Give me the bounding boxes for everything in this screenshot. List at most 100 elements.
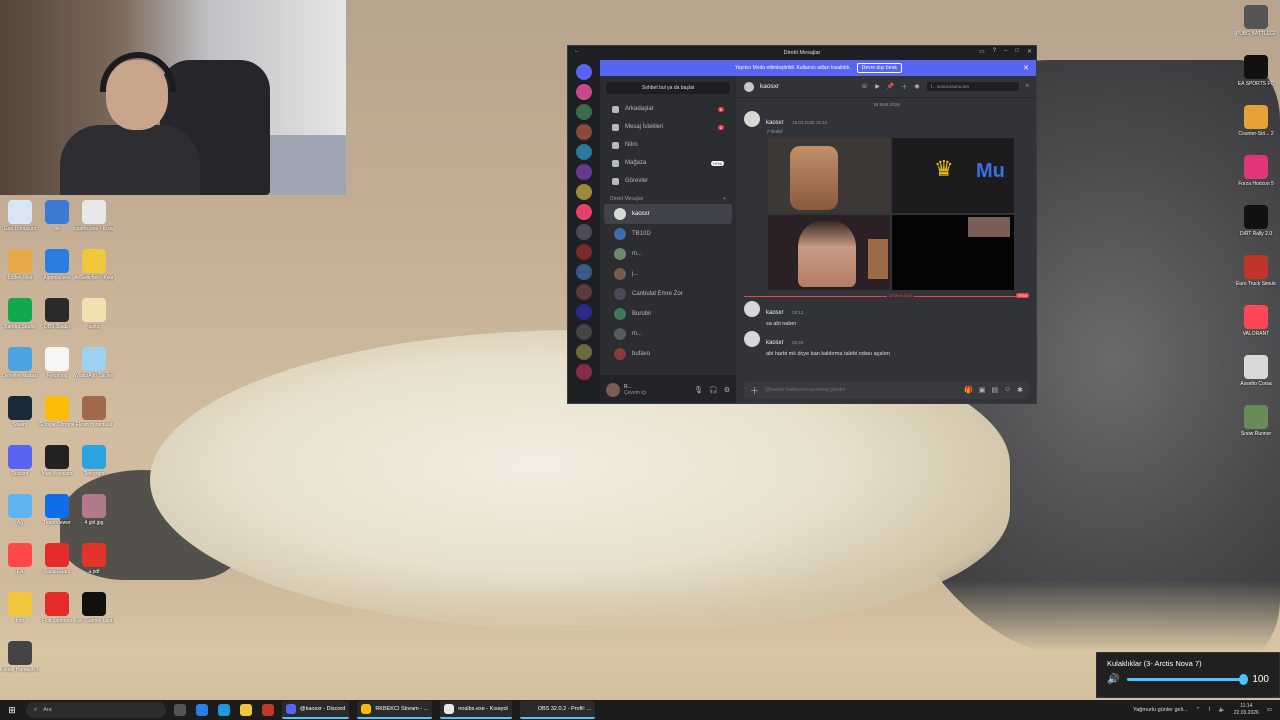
speaker-icon[interactable]: 🔈 [1219, 707, 1226, 713]
desktop-icon[interactable]: TeamViewer [37, 494, 77, 526]
taskbar-app[interactable]: OBS 32.0.2 - Profil: ... [519, 701, 596, 719]
pin-icon[interactable]: 📌 [887, 83, 894, 90]
server-icon[interactable] [576, 144, 592, 160]
message-avatar[interactable] [744, 111, 760, 127]
file-explorer-icon[interactable] [240, 704, 252, 716]
back-arrow-icon[interactable]: ← [574, 48, 580, 54]
maximize-button[interactable]: □ [1015, 48, 1019, 55]
desktop-icon[interactable]: Flott Jammen [37, 592, 77, 624]
user-panel[interactable]: R... Çevrim içi 🎙 🎧 ⚙ [600, 375, 736, 403]
desktop-icon[interactable]: Denetim Masası [0, 347, 40, 379]
desktop-icon[interactable]: Snow Runner [1236, 405, 1276, 437]
desktop-icon[interactable]: VALORANT [1236, 305, 1276, 337]
media-image[interactable] [892, 215, 1014, 290]
dm-item[interactable]: m... [604, 324, 732, 344]
desktop-icon[interactable]: EA [0, 543, 40, 575]
server-icon[interactable] [576, 264, 592, 280]
nav-item[interactable]: Mağaza YENİ [606, 154, 730, 172]
server-icon[interactable] [576, 324, 592, 340]
dm-item[interactable]: m... [604, 244, 732, 264]
desktop-icon[interactable]: PUBG BATTLEGR... [1236, 5, 1276, 37]
taskbar-search[interactable]: ⌕ Ara [26, 702, 166, 718]
emoji-icon[interactable]: ☺ [1004, 386, 1011, 394]
server-icon[interactable] [576, 244, 592, 260]
taskbar-app[interactable]: noalbs.exe - Kısayol [440, 701, 512, 719]
close-button[interactable]: ✕ [1027, 48, 1032, 55]
volume-slider-knob[interactable] [1239, 674, 1249, 685]
media-image[interactable] [768, 215, 890, 290]
media-image[interactable]: ♛ Mu [892, 138, 1014, 213]
server-icon[interactable] [576, 84, 592, 100]
desktop-icon[interactable]: Telegram [74, 445, 114, 477]
server-icon[interactable] [576, 284, 592, 300]
message-composer[interactable]: ＋ @kaosxr kullanıcısına mesaj gönder 🎁 ▣… [744, 381, 1029, 399]
message-author[interactable]: kaosxr [766, 340, 784, 346]
start-button[interactable]: ⊞ [0, 705, 24, 716]
voice-call-icon[interactable]: ☏ [861, 83, 869, 90]
desktop-icon[interactable]: Lütfen Mini [0, 249, 40, 281]
notification-icon[interactable]: ▭ [1267, 707, 1272, 713]
desktop-icon[interactable]: Bambu Studio [0, 298, 40, 330]
desktop-icon[interactable]: Forza Horizon 5 [1236, 155, 1276, 187]
desktop-icon[interactable]: Discord [0, 445, 40, 477]
nav-item[interactable]: Mesaj İstekleri 3 [606, 118, 730, 136]
chat-search-input[interactable]: f... sunucusunu ara [926, 82, 1019, 91]
desktop-icon[interactable]: Fotoshop [37, 347, 77, 379]
chat-user-name[interactable]: kaosxr [760, 83, 779, 90]
dm-search-button[interactable]: Sohbet bul ya da başlat [606, 82, 730, 94]
dm-item[interactable]: TB10D [604, 224, 732, 244]
message-author[interactable]: kaosxr [766, 120, 784, 126]
server-icon[interactable] [576, 344, 592, 360]
desktop-icon[interactable]: Epic Games Launcher [74, 592, 114, 624]
profile-icon[interactable]: ◉ [914, 83, 919, 90]
desktop-icon[interactable]: RadioGuard [37, 543, 77, 575]
task-view-icon[interactable] [174, 704, 186, 716]
home-icon[interactable] [576, 64, 592, 80]
server-icon[interactable] [576, 164, 592, 180]
taskbar-app[interactable]: RKBEKCI Stream - ... [357, 701, 433, 719]
server-icon[interactable] [576, 104, 592, 120]
microphone-icon[interactable]: 🎙 [694, 386, 703, 394]
composer-placeholder[interactable]: @kaosxr kullanıcısına mesaj gönder [765, 387, 846, 393]
add-dm-icon[interactable]: + [723, 196, 726, 202]
desktop-icon[interactable]: Iriun Webcam [37, 445, 77, 477]
desktop-icon[interactable]: Geri Dönüşüm [0, 200, 40, 232]
desktop-icon[interactable]: AltSwitcher - Kısayol [74, 249, 114, 281]
headphones-icon[interactable]: 🎧 [709, 386, 718, 394]
server-icon[interactable] [576, 304, 592, 320]
desktop-icon[interactable]: Kreatif Hareketli N... [0, 641, 40, 673]
desktop-icon[interactable]: Ağ [0, 494, 40, 526]
network-icon[interactable]: ⌇ [1208, 707, 1211, 713]
pinned-app-icon[interactable] [196, 704, 208, 716]
volume-slider[interactable] [1127, 674, 1249, 685]
search-icon[interactable]: ⌕ [1026, 83, 1029, 90]
apps-icon[interactable]: ✱ [1017, 386, 1023, 394]
speaker-icon[interactable]: 🔊 [1107, 674, 1119, 685]
server-icon[interactable] [576, 364, 592, 380]
desktop-icon[interactable]: foto [0, 592, 40, 624]
server-icon[interactable] [576, 184, 592, 200]
desktop-icon[interactable]: WhatsApp Sticker... [74, 347, 114, 379]
avatar[interactable] [606, 383, 620, 397]
edge-icon[interactable] [218, 704, 230, 716]
desktop-icon[interactable]: Euro Truck Simulator 2 [1236, 255, 1276, 287]
inbox-icon[interactable]: ▭ [979, 48, 985, 55]
dm-item[interactable]: bufavo [604, 344, 732, 364]
taskbar-app[interactable]: @kaosxr - Discord [282, 701, 350, 719]
message-avatar[interactable] [744, 301, 760, 317]
media-image[interactable] [768, 138, 890, 213]
nav-item[interactable]: Arkadaşlar 6 [606, 100, 730, 118]
banner-close-icon[interactable]: ✕ [1023, 64, 1029, 72]
desktop-icon[interactable]: EA SPORTS FC [1236, 55, 1276, 87]
desktop-icon[interactable]: Assetto Corsa [1236, 355, 1276, 387]
desktop-icon[interactable]: OBS Studio [37, 298, 77, 330]
server-icon[interactable] [576, 204, 592, 220]
gif-icon[interactable]: ▣ [979, 386, 986, 394]
dm-item[interactable]: Burobir [604, 304, 732, 324]
dm-item[interactable]: kaosxr [604, 204, 732, 224]
desktop-icon[interactable]: Ekran görüntüsü [74, 396, 114, 428]
clock[interactable]: 11:14 22.03.2026 [1234, 703, 1259, 717]
server-icon[interactable] [576, 124, 592, 140]
desktop-icon[interactable]: Alpemix.exe [37, 249, 77, 281]
minimize-button[interactable]: – [1004, 48, 1007, 55]
